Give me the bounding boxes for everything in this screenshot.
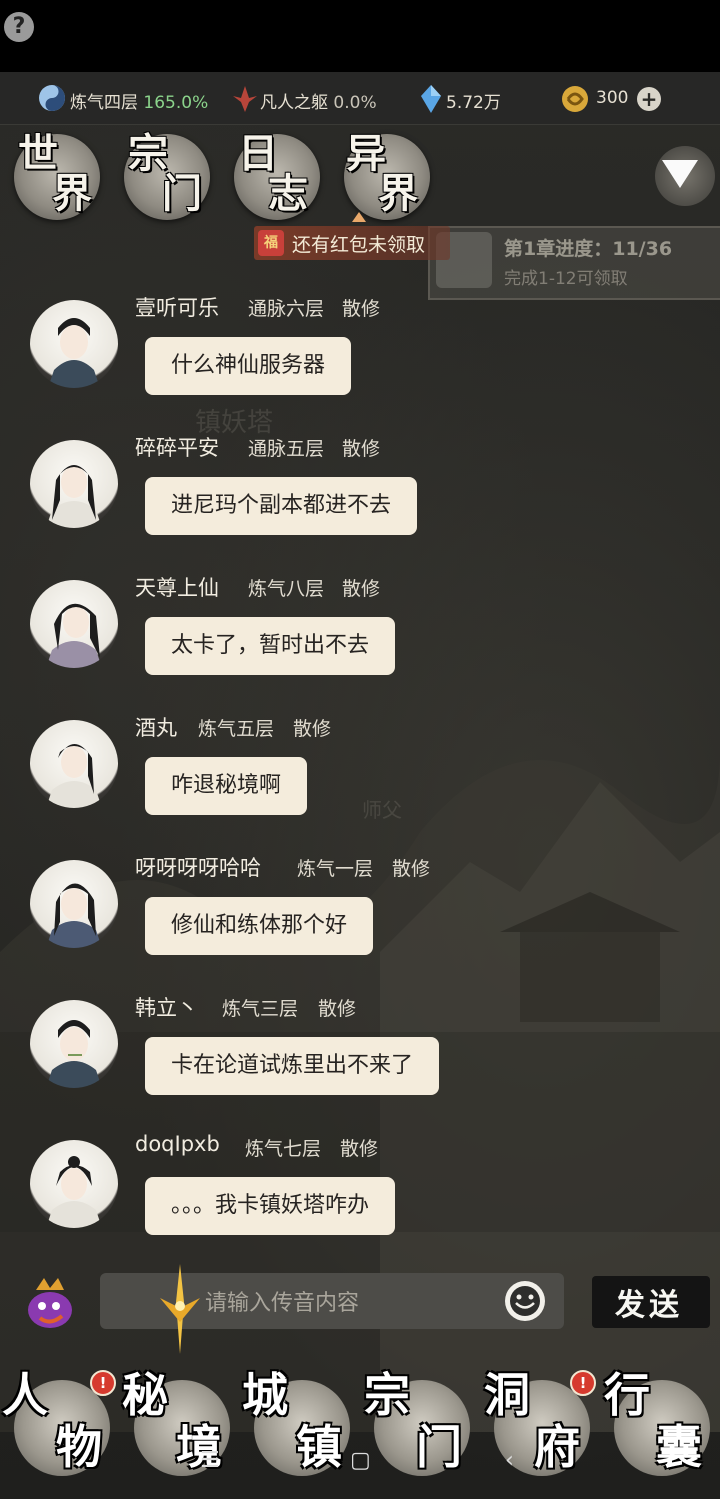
background-master-label: 师父: [362, 798, 402, 822]
sender-role: 散修: [392, 858, 431, 880]
system-menu-icon[interactable]: ☰: [200, 1448, 220, 1473]
message-input-placeholder: 请输入传音内容: [205, 1291, 360, 1316]
message-bubble: 。。。我卡镇妖塔咋办: [145, 1177, 396, 1235]
cultivation-percent: 165.0%: [143, 93, 209, 113]
tab-sect-char-1: 宗: [128, 130, 168, 177]
sender-role: 散修: [340, 1138, 379, 1160]
red-packet-icon: 福: [258, 230, 284, 256]
sender-realm: 通脉六层: [248, 298, 325, 320]
tab-otherworld-char-1: 异: [346, 130, 386, 177]
avatar[interactable]: [30, 720, 118, 808]
tab-log-char-1: 日: [238, 130, 278, 177]
send-button-label: 发送: [615, 1288, 683, 1323]
message-bubble: 太卡了，暂时出不去: [145, 617, 396, 675]
tab-log-char-2: 志: [268, 170, 308, 217]
tab-otherworld-char-2: 界: [378, 170, 418, 217]
tab-sect-char-2: 门: [162, 170, 202, 217]
active-tab-pointer-icon: [352, 212, 366, 222]
nav-cave-dwelling-char-2: 府: [534, 1420, 580, 1474]
sender-name: 碎碎平安: [135, 436, 219, 460]
message-bubble: 什么神仙服务器: [145, 337, 352, 395]
sender-name: 天尊上仙: [135, 576, 219, 600]
sender-realm: 炼气一层: [297, 858, 374, 880]
pet-pouch-icon[interactable]: [22, 1272, 78, 1332]
avatar[interactable]: [30, 1140, 118, 1228]
chapter-progress-subtitle: 完成1-12可领取: [504, 269, 628, 289]
emoji-button[interactable]: [505, 1281, 545, 1321]
collapse-triangle-icon: [662, 160, 698, 188]
spirit-stone-icon: [421, 85, 441, 113]
help-button[interactable]: ?: [4, 12, 34, 42]
sender-name: doqIpxb: [135, 1132, 220, 1156]
sender-role: 散修: [342, 578, 381, 600]
nav-inventory-char-2: 囊: [656, 1420, 702, 1474]
sender-name: 呀呀呀呀哈哈: [135, 856, 261, 880]
spirit-stone-count: 5.72万: [446, 93, 501, 113]
message-bubble: 进尼玛个副本都进不去: [145, 477, 418, 535]
nav-town-char-2: 镇: [296, 1420, 342, 1474]
sender-name: 壹听可乐: [135, 296, 219, 320]
body-realm-icon: [233, 86, 257, 112]
system-back-icon[interactable]: ‹: [505, 1448, 514, 1473]
avatar[interactable]: [30, 860, 118, 948]
nav-cave-dwelling-char-1: 洞: [484, 1368, 530, 1422]
gold-coin-icon: [562, 86, 588, 112]
sender-realm: 炼气八层: [248, 578, 325, 600]
system-home-icon[interactable]: ▢: [350, 1448, 371, 1473]
sender-realm: 炼气三层: [222, 998, 299, 1020]
avatar[interactable]: [30, 580, 118, 668]
notification-badge: !: [90, 1370, 116, 1396]
sender-role: 散修: [293, 718, 332, 740]
nav-sect-char-2: 门: [416, 1420, 462, 1474]
gold-count: 300: [596, 88, 629, 108]
sender-realm: 炼气七层: [245, 1138, 322, 1160]
tab-world-char-2: 界: [52, 170, 92, 217]
nav-character-char-1: 人: [2, 1368, 48, 1422]
cultivation-yinyang-icon: [39, 85, 65, 111]
chapter-progress-title: 第1章进度：11/36: [504, 238, 673, 260]
message-bubble: 卡在论道试炼里出不来了: [145, 1037, 440, 1095]
nav-character-char-2: 物: [56, 1420, 102, 1474]
sender-realm: 通脉五层: [248, 438, 325, 460]
cultivation-level: 炼气四层: [70, 93, 138, 113]
avatar[interactable]: [30, 300, 118, 388]
sender-role: 散修: [342, 438, 381, 460]
red-packet-text: 还有红包未领取: [292, 234, 426, 256]
tab-world-char-1: 世: [18, 130, 58, 177]
notification-badge: !: [570, 1370, 596, 1396]
add-gold-button[interactable]: +: [637, 87, 661, 111]
nav-inventory-char-1: 行: [604, 1368, 650, 1422]
nav-town-char-1: 城: [242, 1368, 288, 1422]
sender-role: 散修: [342, 298, 381, 320]
body-stat: 凡人之躯 0.0%: [260, 88, 377, 113]
sender-name: 酒丸: [135, 716, 177, 740]
golden-sword-icon: [160, 1264, 200, 1354]
nav-secret-realm-char-1: 秘: [122, 1368, 168, 1422]
nav-sect-char-1: 宗: [364, 1368, 410, 1422]
cultivation-stat: 炼气四层 165.0%: [70, 88, 208, 113]
body-percent: 0.0%: [333, 93, 377, 113]
message-bubble: 修仙和练体那个好: [145, 897, 374, 955]
sender-name: 韩立丶: [135, 996, 198, 1020]
sender-role: 散修: [318, 998, 357, 1020]
sender-realm: 炼气五层: [198, 718, 275, 740]
avatar[interactable]: [30, 440, 118, 528]
message-bubble: 咋退秘境啊: [145, 757, 308, 815]
avatar[interactable]: [30, 1000, 118, 1088]
body-level: 凡人之躯: [260, 93, 328, 113]
